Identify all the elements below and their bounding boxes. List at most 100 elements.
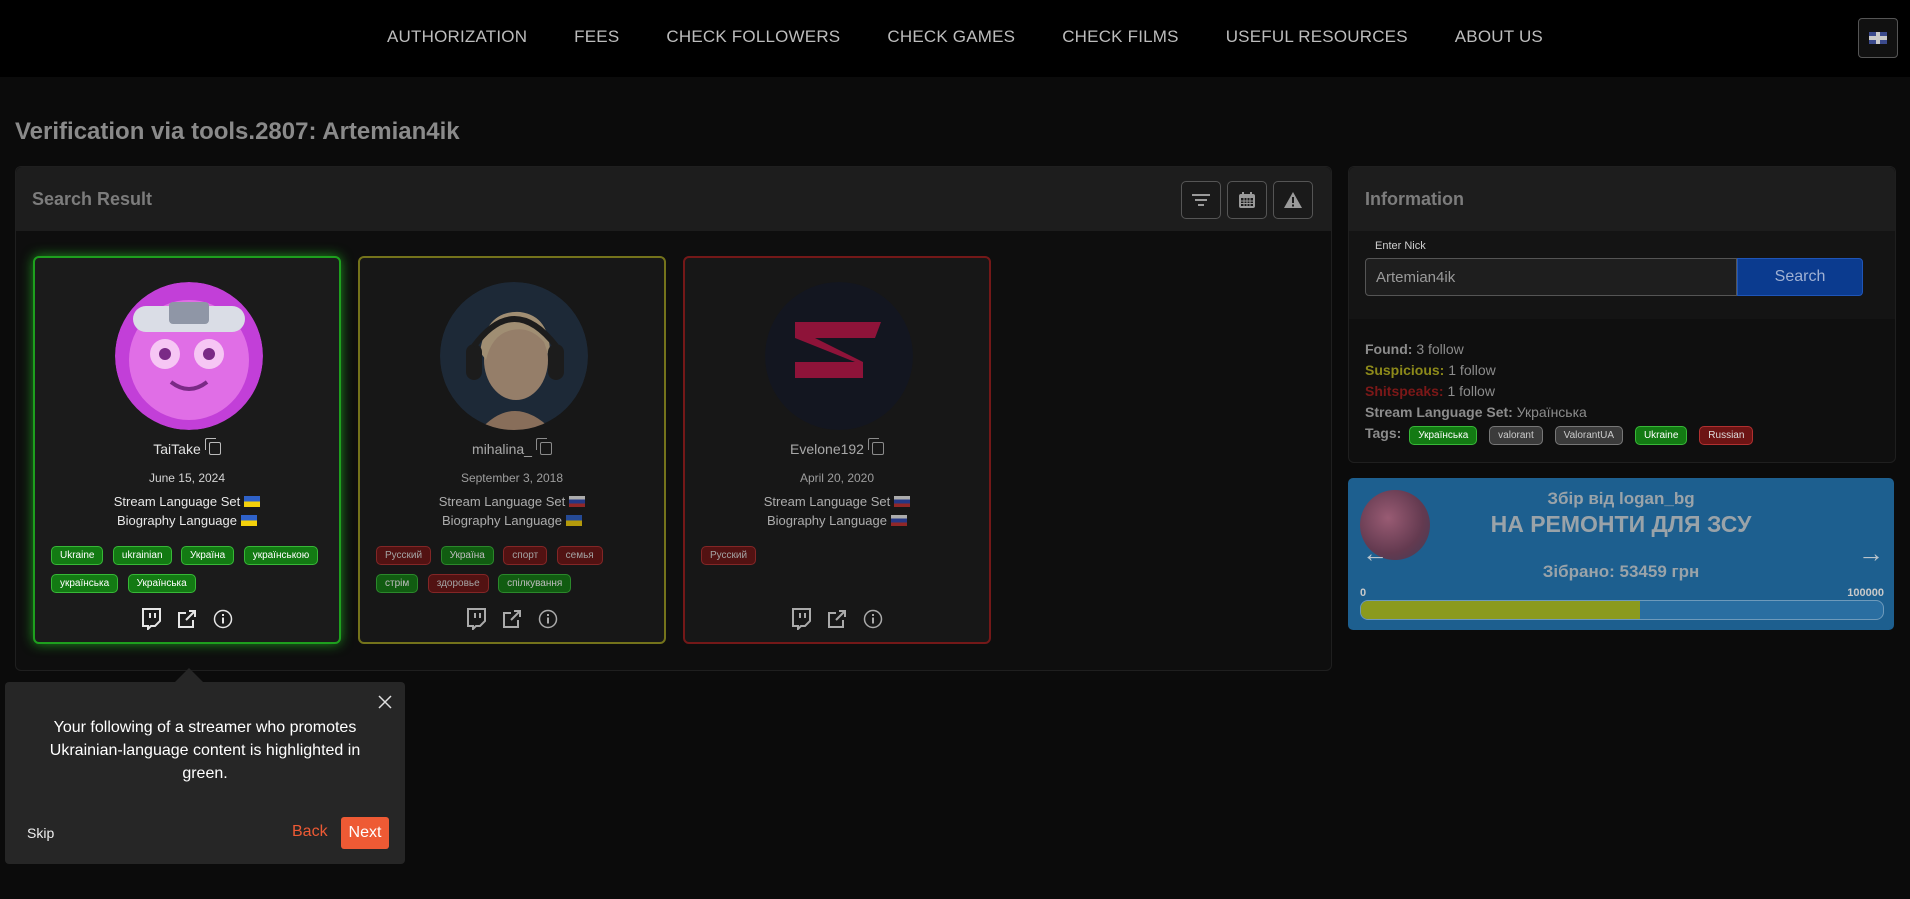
ua-flag-icon — [566, 515, 582, 526]
donation-progress-bar — [1360, 600, 1884, 620]
tags-label: Tags: — [1365, 425, 1402, 441]
nav-check-films[interactable]: CHECK FILMS — [1062, 27, 1179, 47]
shitspeaks-label: Shitspeaks: — [1365, 383, 1444, 399]
card-actions — [685, 608, 989, 630]
twitch-button[interactable] — [465, 608, 487, 630]
close-button[interactable] — [377, 694, 393, 710]
info-button[interactable] — [537, 608, 559, 630]
skip-button[interactable]: Skip — [27, 825, 54, 841]
tag: Ukraine — [51, 546, 104, 565]
info-icon — [213, 609, 233, 629]
open-link-button[interactable] — [501, 608, 523, 630]
open-link-button[interactable] — [176, 608, 198, 630]
tag: спорт — [503, 546, 548, 565]
avatar — [440, 282, 588, 430]
tag: ValorantUA — [1554, 426, 1624, 445]
result-tools — [1181, 181, 1313, 219]
external-link-icon — [828, 610, 846, 628]
nav-fees[interactable]: FEES — [574, 27, 619, 47]
back-button[interactable]: Back — [292, 823, 328, 841]
next-button[interactable]: Next — [341, 817, 389, 849]
open-link-button[interactable] — [826, 608, 848, 630]
tag: стрім — [376, 574, 419, 593]
twitch-button[interactable] — [140, 608, 162, 630]
tag: Українська — [1409, 426, 1478, 445]
tag-list: Ukraine ukrainian Україна українською ук… — [51, 545, 331, 601]
stream-language-row: Stream Language Set: Українська — [1365, 402, 1761, 423]
nav-authorization[interactable]: AUTHORIZATION — [387, 27, 527, 47]
shitspeaks-value: 1 follow — [1447, 383, 1495, 399]
tag: Українська — [127, 574, 196, 593]
nick: mihalina_ — [472, 441, 532, 457]
copy-icon[interactable] — [867, 438, 884, 455]
donation-progress-fill — [1361, 601, 1641, 619]
search-button[interactable]: Search — [1737, 258, 1863, 296]
donation-banner[interactable]: Збір від logan_bg НА РЕМОНТИ ДЛЯ ЗСУ Зіб… — [1348, 478, 1894, 630]
tag: valorant — [1489, 426, 1543, 445]
nav-check-followers[interactable]: CHECK FOLLOWERS — [666, 27, 840, 47]
stream-language: Stream Language Set — [685, 494, 989, 509]
progress-max: 100000 — [1847, 587, 1884, 599]
nav-about-us[interactable]: ABOUT US — [1455, 27, 1543, 47]
nav-check-games[interactable]: CHECK GAMES — [887, 27, 1015, 47]
donation-title: НА РЕМОНТИ ДЛЯ ЗСУ — [1490, 511, 1752, 537]
stream-language-label: Stream Language Set — [113, 494, 241, 509]
donation-collected: Зібрано: 53459 грн — [1542, 562, 1700, 581]
suspicious-label: Suspicious: — [1365, 362, 1445, 378]
tags-row: Tags: Українська valorant ValorantUA Ukr… — [1365, 423, 1761, 445]
tag: Русский — [701, 546, 757, 565]
calendar-button[interactable] — [1227, 181, 1267, 219]
stream-language: Stream Language Set — [360, 494, 664, 509]
warning-button[interactable] — [1273, 181, 1313, 219]
copy-icon[interactable] — [535, 438, 552, 455]
info-icon — [863, 609, 883, 629]
search-result-header: Search Result — [16, 167, 1331, 231]
nick-row: mihalina_ — [360, 438, 664, 457]
tour-message: Your following of a streamer who promote… — [49, 719, 361, 782]
nav-menu: AUTHORIZATION FEES CHECK FOLLOWERS CHECK… — [387, 27, 1590, 47]
page-title: Verification via tools.2807: Artemian4ik — [15, 118, 460, 145]
copy-icon[interactable] — [204, 438, 221, 455]
filter-button[interactable] — [1181, 181, 1221, 219]
avatar — [115, 282, 263, 430]
calendar-icon — [1239, 192, 1255, 208]
found-label: Found: — [1365, 341, 1413, 357]
warning-icon — [1284, 192, 1302, 208]
stream-language-label: Stream Language Set — [763, 494, 891, 509]
suspicious-value: 1 follow — [1448, 362, 1496, 378]
twitch-icon — [792, 608, 811, 630]
ua-flag-icon — [241, 515, 257, 526]
arrow-right-icon[interactable]: → — [1858, 538, 1884, 569]
info-button[interactable] — [862, 608, 884, 630]
avatar — [765, 282, 913, 430]
suspicious-row: Suspicious: 1 follow — [1365, 360, 1761, 381]
language-button[interactable] — [1858, 18, 1898, 58]
tag-list: Русский Україна спорт семья стрім здоров… — [376, 545, 656, 601]
found-value: 3 follow — [1416, 341, 1464, 357]
twitch-icon — [142, 608, 161, 630]
arrow-left-icon[interactable]: ← — [1362, 538, 1388, 569]
nick-label: Enter Nick — [1375, 240, 1426, 252]
ru-flag-icon — [569, 496, 586, 507]
tag: Russian — [1699, 426, 1754, 445]
nick-input[interactable] — [1365, 258, 1737, 296]
tag: Україна — [180, 546, 235, 565]
tag: здоровье — [427, 574, 489, 593]
tag: Русский — [376, 546, 432, 565]
twitch-icon — [467, 608, 486, 630]
uk-flag-icon — [1869, 32, 1887, 44]
information-title: Information — [1365, 189, 1464, 209]
follow-card: Evelone192 April 20, 2020 Stream Languag… — [683, 256, 991, 644]
information-panel: Information Enter Nick Search Found: 3 f… — [1348, 166, 1896, 463]
follow-card: TaiTake June 15, 2024 Stream Language Se… — [33, 256, 341, 644]
card-actions — [35, 608, 339, 630]
tooltip-arrow — [175, 668, 203, 682]
nav-useful-resources[interactable]: USEFUL RESOURCES — [1226, 27, 1408, 47]
filter-icon — [1192, 194, 1210, 206]
follow-date: June 15, 2024 — [148, 471, 226, 485]
nick-form: Enter Nick Search — [1349, 231, 1895, 319]
ua-flag-icon — [244, 496, 261, 507]
twitch-button[interactable] — [790, 608, 812, 630]
info-button[interactable] — [212, 608, 234, 630]
top-navigation: AUTHORIZATION FEES CHECK FOLLOWERS CHECK… — [0, 0, 1910, 77]
